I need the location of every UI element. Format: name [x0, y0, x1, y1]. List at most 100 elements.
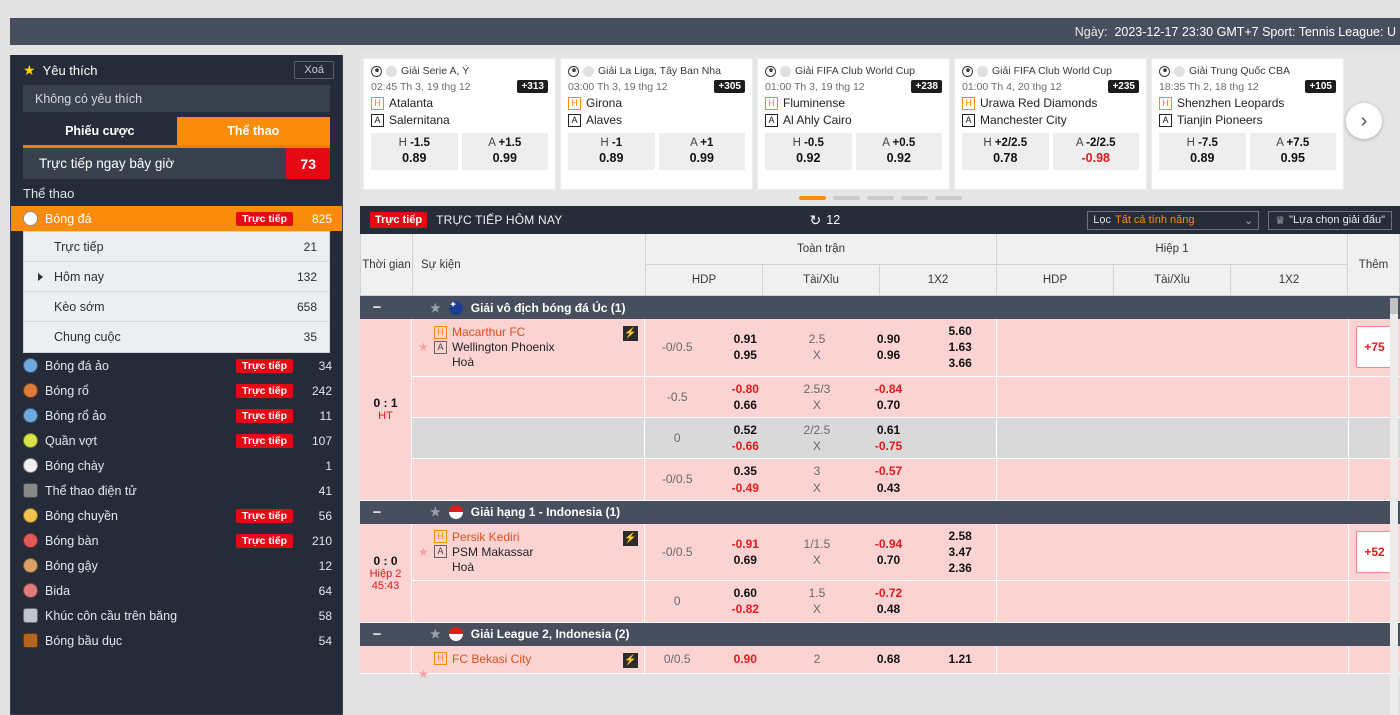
odds-cell-1x2[interactable]	[924, 581, 996, 621]
sidebar-item-4[interactable]: Quần vợt Trực tiếp 107	[11, 428, 342, 453]
odds-cell[interactable]	[997, 319, 1114, 376]
more-markets-button[interactable]: +52	[1356, 530, 1393, 573]
odds-cell[interactable]	[1231, 646, 1348, 673]
odds-cell[interactable]	[1231, 459, 1348, 499]
odds-cell[interactable]: 0	[645, 581, 709, 621]
carousel-dot-1[interactable]	[832, 196, 860, 200]
odds-cell-1x2[interactable]	[924, 459, 996, 499]
sidebar-item-9[interactable]: Bóng gậy 12	[11, 553, 342, 578]
favorite-star-icon[interactable]: ★	[418, 340, 429, 354]
odds-cell[interactable]: 0.52 -0.66	[709, 418, 781, 458]
sidebar-item-12[interactable]: Bóng bầu dục 54	[11, 628, 342, 653]
odds-cell[interactable]: 2/2.5 X	[781, 418, 853, 458]
card-odds-cell[interactable]: H -7.5 0.89	[1159, 133, 1246, 170]
collapse-icon[interactable]: −	[368, 504, 386, 521]
star-icon[interactable]: ★	[430, 505, 441, 519]
card-extra-markets-badge[interactable]: +305	[714, 80, 745, 93]
odds-cell[interactable]	[997, 418, 1114, 458]
odds-cell[interactable]	[997, 646, 1114, 673]
odds-cell[interactable]	[1231, 377, 1348, 417]
sidebar-item-10[interactable]: Bida 64	[11, 578, 342, 603]
clear-favorites-button[interactable]: Xoá	[294, 61, 334, 79]
main-scrollbar[interactable]	[1390, 298, 1398, 715]
refresh-control[interactable]: ↻ 12	[810, 212, 841, 229]
card-odds-cell[interactable]: H -1 0.89	[568, 133, 655, 170]
odds-cell[interactable]: -0.84 0.70	[853, 377, 925, 417]
card-extra-markets-badge[interactable]: +105	[1305, 80, 1336, 93]
odds-cell[interactable]: 0.61 -0.75	[853, 418, 925, 458]
card-odds-cell[interactable]: H +2/2.5 0.78	[962, 133, 1049, 170]
odds-cell[interactable]	[1114, 319, 1231, 376]
odds-cell[interactable]: 0.60 -0.82	[709, 581, 781, 621]
odds-cell[interactable]	[1231, 524, 1348, 581]
live-now-row[interactable]: Trực tiếp ngay bây giờ 73	[23, 148, 330, 179]
odds-cell[interactable]: 0/0.5	[645, 646, 709, 673]
odds-cell[interactable]	[1114, 524, 1231, 581]
odds-cell[interactable]	[1231, 418, 1348, 458]
odds-cell[interactable]	[997, 524, 1114, 581]
match-card[interactable]: Giải FIFA Club World Cup 01:00 Th 4, 20 t…	[954, 58, 1147, 190]
card-odds-cell[interactable]: H -0.5 0.92	[765, 133, 852, 170]
odds-cell[interactable]: 1.5 X	[781, 581, 853, 621]
match-card[interactable]: Giải Serie A, Ý 02:45 Th 3, 19 thg 12 +313…	[363, 58, 556, 190]
odds-cell[interactable]: -0.72 0.48	[853, 581, 925, 621]
odds-cell-1x2[interactable]	[924, 377, 996, 417]
favorite-star-icon[interactable]: ★	[418, 545, 429, 559]
star-icon[interactable]: ★	[430, 301, 441, 315]
odds-cell[interactable]: 0.35 -0.49	[709, 459, 781, 499]
odds-cell[interactable]: -0.5	[645, 377, 709, 417]
sidebar-item-5[interactable]: Bóng chày 1	[11, 453, 342, 478]
chevron-right-icon[interactable]: ›	[1346, 103, 1382, 139]
odds-cell[interactable]: 2.5/3 X	[781, 377, 853, 417]
sidebar-item-2[interactable]: Bóng rổ Trực tiếp 242	[11, 378, 342, 403]
odds-cell[interactable]: 3X	[781, 459, 853, 499]
league-select-button[interactable]: ♕ "Lựa chọn giải đấu"	[1268, 210, 1393, 230]
odds-cell[interactable]: 2	[781, 646, 853, 673]
sidebar-item-11[interactable]: Khúc côn cầu trên băng 58	[11, 603, 342, 628]
card-odds-cell[interactable]: A +7.5 0.95	[1249, 133, 1336, 170]
odds-cell[interactable]: -0.91 0.69	[709, 524, 781, 581]
sidebar-subitem-0[interactable]: Trực tiếp 21	[24, 232, 329, 262]
odds-cell[interactable]	[1231, 581, 1348, 621]
carousel-dot-3[interactable]	[900, 196, 928, 200]
card-odds-cell[interactable]: A +1 0.99	[658, 133, 745, 170]
odds-cell[interactable]: -0/0.5	[645, 319, 709, 376]
odds-cell-1x2[interactable]: 2.58 3.47 2.36	[924, 524, 996, 581]
odds-cell[interactable]: -0.80 0.66	[709, 377, 781, 417]
collapse-icon[interactable]: −	[368, 626, 386, 643]
sidebar-item-3[interactable]: Bóng rổ ảo Trực tiếp 11	[11, 403, 342, 428]
sidebar-item-6[interactable]: Thể thao điện tử 41	[11, 478, 342, 503]
match-card[interactable]: Giải Trung Quốc CBA 18:35 Th 2, 18 thg 12…	[1151, 58, 1344, 190]
odds-cell[interactable]	[1114, 377, 1231, 417]
card-odds-cell[interactable]: A -2/2.5 -0.98	[1052, 133, 1139, 170]
carousel-dot-0[interactable]	[798, 196, 826, 200]
odds-cell[interactable]: 0.91 0.95	[709, 319, 781, 376]
carousel-dot-2[interactable]	[866, 196, 894, 200]
odds-cell[interactable]	[1114, 418, 1231, 458]
live-stream-icon[interactable]: ⚡	[623, 652, 638, 668]
odds-cell[interactable]	[1114, 459, 1231, 499]
favorite-star-icon[interactable]: ★	[418, 667, 429, 681]
odds-cell[interactable]	[997, 377, 1114, 417]
odds-cell[interactable]: 0	[645, 418, 709, 458]
sidebar-item-8[interactable]: Bóng bàn Trực tiếp 210	[11, 528, 342, 553]
tab-sports[interactable]: Thể thao	[176, 117, 330, 145]
odds-cell-1x2[interactable]: 1.21	[924, 646, 996, 673]
more-markets-button[interactable]: +75	[1356, 326, 1393, 369]
match-card[interactable]: Giải La Liga, Tây Ban Nha 03:00 Th 3, 19 …	[560, 58, 753, 190]
card-odds-cell[interactable]: A +1.5 0.99	[461, 133, 548, 170]
feature-filter-select[interactable]: Lọc Tất cả tính năng ⌄	[1087, 210, 1260, 230]
odds-cell[interactable]: -0.57 0.43	[853, 459, 925, 499]
sidebar-subitem-3[interactable]: Chung cuộc 35	[24, 322, 329, 352]
league-header[interactable]: − ★ Giải vô địch bóng đá Úc (1)	[360, 296, 1400, 319]
live-stream-icon[interactable]: ⚡	[623, 326, 638, 341]
odds-cell[interactable]	[997, 459, 1114, 499]
live-stream-icon[interactable]: ⚡	[623, 530, 638, 546]
tab-betslip[interactable]: Phiếu cược	[23, 117, 177, 145]
main-scrollbar-thumb[interactable]	[1390, 298, 1398, 314]
odds-cell[interactable]: 2.5 X	[781, 319, 853, 376]
league-header[interactable]: − ★ Giải League 2, Indonesia (2)	[360, 622, 1400, 646]
sidebar-item-7[interactable]: Bóng chuyền Trực tiếp 56	[11, 503, 342, 528]
carousel-dot-4[interactable]	[934, 196, 962, 200]
card-extra-markets-badge[interactable]: +313	[517, 80, 548, 93]
